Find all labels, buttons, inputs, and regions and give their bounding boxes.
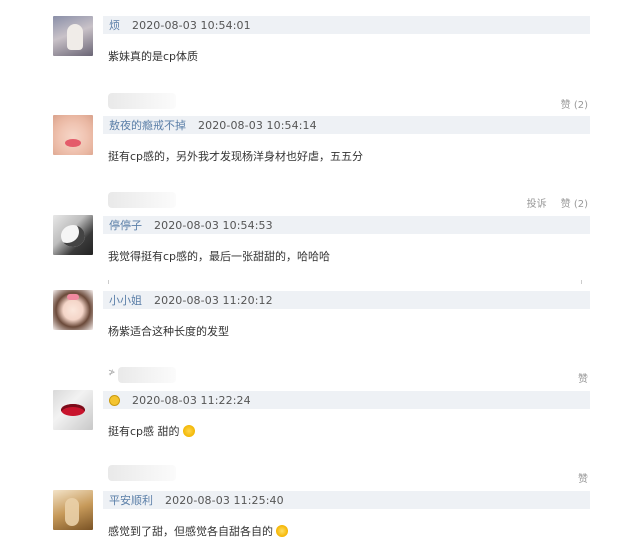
avatar[interactable] <box>53 490 93 530</box>
avatar[interactable] <box>53 16 93 56</box>
laugh-emoji-icon <box>276 525 288 537</box>
comment-actions: 赞 <box>578 370 588 385</box>
avatar[interactable] <box>53 115 93 155</box>
comment-timestamp: 2020-08-03 11:22:24 <box>132 393 251 407</box>
avatar[interactable] <box>53 215 93 255</box>
divider-tick <box>108 280 109 284</box>
comment-timestamp: 2020-08-03 10:54:01 <box>132 18 251 32</box>
comment-actions: 赞 <box>578 470 588 485</box>
reply-partial-name: ≯ <box>108 368 116 378</box>
comment-text-body: 感觉到了甜，但感觉各自甜各自的 <box>108 525 273 538</box>
reply-blurred-name <box>108 93 176 109</box>
comment-timestamp: 2020-08-03 11:25:40 <box>165 493 284 507</box>
comment-meta: 小小姐 2020-08-03 11:20:12 <box>103 291 590 309</box>
comment-meta: 平安顺利 2020-08-03 11:25:40 <box>103 491 590 509</box>
username-emoji-icon[interactable] <box>109 394 120 406</box>
comment-meta: 停停子 2020-08-03 10:54:53 <box>103 216 590 234</box>
comment-username[interactable]: 烦 <box>109 17 120 33</box>
comment-text: 我觉得挺有cp感的，最后一张甜甜的，哈哈哈 <box>108 250 331 263</box>
comment-text: 紫妹真的是cp体质 <box>108 50 199 63</box>
reply-blurred-name <box>108 465 176 481</box>
divider-tick <box>581 280 582 284</box>
comment-username[interactable]: 敖夜的瘾戒不掉 <box>109 117 186 133</box>
avatar-bow <box>67 294 79 300</box>
like-button[interactable]: 赞 <box>578 470 588 485</box>
like-button[interactable]: 赞 (2) <box>561 195 588 210</box>
comment-username[interactable]: 平安顺利 <box>109 492 153 508</box>
comment-meta: 敖夜的瘾戒不掉 2020-08-03 10:54:14 <box>103 116 590 134</box>
avatar-face-detail <box>65 139 81 147</box>
avatar-figure <box>65 498 79 526</box>
reply-blurred-name <box>108 192 176 208</box>
comment-text: 挺有cp感 甜的 <box>108 423 195 439</box>
like-button[interactable]: 赞 (2) <box>561 96 588 111</box>
comment-timestamp: 2020-08-03 10:54:14 <box>198 118 317 132</box>
comment-actions: 赞 (2) <box>561 96 588 111</box>
comment-meta: 2020-08-03 11:22:24 <box>103 391 590 409</box>
grin-emoji-icon <box>182 425 195 437</box>
avatar-lips <box>61 404 85 416</box>
comment-text: 杨紫适合这种长度的发型 <box>108 325 229 338</box>
comment-actions: 投诉 赞 (2) <box>527 195 588 210</box>
reply-blurred-name <box>118 367 176 383</box>
comment-text: 感觉到了甜，但感觉各自甜各自的 <box>108 523 288 539</box>
comment-timestamp: 2020-08-03 11:20:12 <box>154 293 273 307</box>
comment-timestamp: 2020-08-03 10:54:53 <box>154 218 273 232</box>
comment-text: 挺有cp感的，另外我才发现杨洋身材也好虐，五五分 <box>108 150 364 163</box>
report-button[interactable]: 投诉 <box>527 195 547 210</box>
comment-text-body: 挺有cp感 甜的 <box>108 425 180 438</box>
like-button[interactable]: 赞 <box>578 370 588 385</box>
avatar[interactable] <box>53 290 93 330</box>
comment-meta: 烦 2020-08-03 10:54:01 <box>103 16 590 34</box>
avatar-figure <box>67 24 83 50</box>
avatar[interactable] <box>53 390 93 430</box>
comment-username[interactable]: 停停子 <box>109 217 142 233</box>
avatar-cat <box>61 225 85 247</box>
comment-username[interactable]: 小小姐 <box>109 292 142 308</box>
